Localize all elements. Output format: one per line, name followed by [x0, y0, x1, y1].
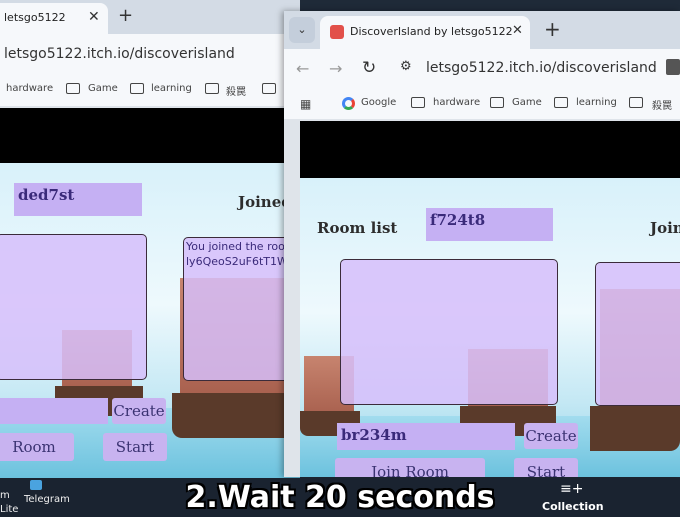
room-list-panel[interactable]	[340, 259, 558, 405]
folder-icon	[411, 97, 425, 108]
ship-hull	[172, 393, 300, 438]
close-icon[interactable]: ✕	[88, 9, 100, 25]
room-code-field[interactable]: f724t8	[426, 208, 553, 241]
bookmark-game[interactable]: Game	[512, 97, 542, 108]
front-tab[interactable]: DiscoverIsland by letsgo5122 ✕	[320, 16, 530, 49]
folder-icon	[66, 83, 80, 94]
folder-icon	[205, 83, 219, 94]
back-tab[interactable]: letsgo5122 ✕	[0, 3, 108, 34]
bookmark-misc[interactable]: 殺罠	[226, 83, 246, 98]
join-room-button[interactable]: Room	[0, 433, 74, 461]
new-tab-icon[interactable]: +	[544, 17, 561, 41]
bookmark-google[interactable]: Google	[361, 97, 396, 108]
create-button[interactable]: Create	[524, 423, 578, 449]
ship-hull	[590, 406, 680, 451]
apps-grid-icon[interactable]: ▦	[300, 97, 311, 111]
front-address-bar[interactable]: letsgo5122.itch.io/discoverisland	[426, 60, 657, 76]
reload-icon[interactable]: ↻	[362, 58, 376, 78]
translate-icon[interactable]	[666, 59, 680, 75]
name-input[interactable]: br234m	[337, 423, 515, 450]
site-settings-icon[interactable]: ⚙	[400, 59, 412, 74]
name-input[interactable]	[0, 398, 108, 424]
front-tab-strip: ⌄ DiscoverIsland by letsgo5122 ✕ +	[284, 11, 680, 49]
game-top-bar	[0, 108, 300, 163]
itchio-favicon-icon	[330, 25, 344, 39]
front-tab-title: DiscoverIsland by letsgo5122	[350, 25, 513, 38]
join-room-button[interactable]: Join Room	[335, 458, 485, 477]
google-icon	[342, 97, 355, 110]
start-button[interactable]: Start	[514, 458, 578, 477]
joined-message-line1: You joined the room	[186, 240, 296, 253]
tab-search-icon[interactable]: ⌄	[289, 17, 315, 43]
bookmark-hardware[interactable]: hardware	[433, 97, 480, 108]
room-code-field[interactable]: ded7st	[14, 183, 142, 216]
bookmark-learning[interactable]: learning	[576, 97, 617, 108]
video-caption: 2.Wait 20 seconds	[185, 480, 495, 515]
back-arrow-icon[interactable]: ←	[296, 59, 309, 78]
folder-icon	[262, 83, 276, 94]
folder-icon	[629, 97, 643, 108]
bookmark-learning[interactable]: learning	[151, 83, 192, 94]
front-game-canvas[interactable]: Room list f724t8 Join br234m Create Join…	[300, 121, 680, 477]
bookmark-game[interactable]: Game	[88, 83, 118, 94]
back-toolbar: letsgo5122.itch.io/discoverisland hardwa…	[0, 34, 300, 106]
joined-message-line2: ly6QeoS2uF6tT1W	[186, 255, 288, 268]
room-list-heading: Room list	[317, 219, 398, 237]
create-button[interactable]: Create	[112, 398, 166, 424]
bookmark-hardware[interactable]: hardware	[6, 83, 53, 94]
start-button[interactable]: Start	[103, 433, 167, 461]
front-browser-window: ⌄ DiscoverIsland by letsgo5122 ✕ + ← → ↻…	[284, 11, 680, 477]
game-top-bar	[300, 121, 680, 178]
back-browser-window: letsgo5122 ✕ + letsgo5122.itch.io/discov…	[0, 0, 300, 478]
new-tab-icon[interactable]: +	[118, 5, 133, 26]
bookmark-misc[interactable]: 殺罠	[652, 97, 672, 112]
joined-heading: Join	[650, 219, 680, 237]
front-toolbar: ← → ↻ ⚙ letsgo5122.itch.io/discoverislan…	[284, 49, 680, 119]
back-address-bar[interactable]: letsgo5122.itch.io/discoverisland	[4, 46, 235, 62]
folder-icon	[554, 97, 568, 108]
back-tab-title: letsgo5122	[4, 11, 66, 24]
joined-message-panel	[595, 262, 680, 406]
close-icon[interactable]: ✕	[512, 23, 523, 38]
folder-icon	[130, 83, 144, 94]
room-list-panel[interactable]	[0, 234, 147, 380]
joined-message-panel: You joined the room ly6QeoS2uF6tT1W	[183, 237, 300, 381]
back-game-canvas[interactable]: ded7st Joined You joined the room ly6Qeo…	[0, 108, 300, 478]
forward-arrow-icon[interactable]: →	[329, 59, 342, 78]
folder-icon	[490, 97, 504, 108]
